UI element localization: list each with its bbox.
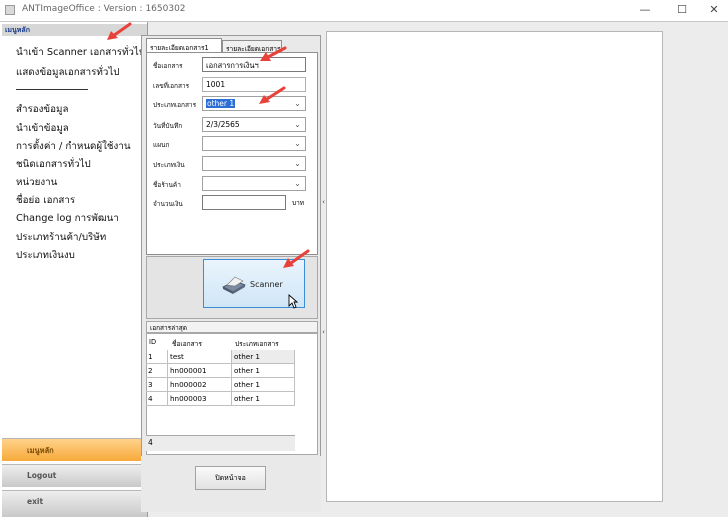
recent-docs-title: เอกสารล่าสุด <box>146 321 318 333</box>
record-count: 4 <box>148 438 153 447</box>
cell-doc-name: test <box>168 350 232 364</box>
close-window-button[interactable]: ✕ <box>700 1 728 19</box>
menu-item-scanner-import[interactable]: นำเข้า Scanner เอกสารทั่วไป <box>16 45 145 60</box>
doc-name-label: ชื่อเอกสาร <box>153 62 183 70</box>
doc-type-select[interactable]: other 1 ⌄ <box>202 96 306 111</box>
table-row[interactable]: 3 hn000002 other 1 <box>146 378 295 392</box>
menu-divider <box>16 89 88 90</box>
cell-doc-name: hn000003 <box>168 392 232 406</box>
grid-footer <box>146 435 295 451</box>
amount-input[interactable] <box>202 195 286 210</box>
cell-id: 2 <box>146 364 168 378</box>
chevron-down-icon: ⌄ <box>294 159 301 168</box>
cell-doc-type: other 1 <box>232 378 295 392</box>
main-menu-button[interactable]: เมนูหลัก <box>2 438 147 461</box>
cell-id: 1 <box>146 350 168 364</box>
menu-item-show-docs[interactable]: แสดงข้อมูลเอกสารทั่วไป <box>16 65 120 80</box>
tab-doc-details-1[interactable]: รายละเอียดเอกสาร1 <box>146 38 222 52</box>
table-row[interactable]: 2 hn000001 other 1 <box>146 364 295 378</box>
document-preview <box>326 31 663 502</box>
money-type-label: ประเภทเงิน <box>153 161 185 169</box>
doc-type-label: ประเภทเอกสาร <box>153 101 197 109</box>
annotation-arrow-icon <box>283 249 310 268</box>
menu-item-settings[interactable]: การตั้งค่า / กำหนดผู้ใช้งาน <box>16 139 131 154</box>
scanner-icon <box>222 276 246 294</box>
money-type-select[interactable]: ⌄ <box>202 156 306 171</box>
menu-item-doc-abbrev[interactable]: ชื่อย่อ เอกสาร <box>16 193 75 208</box>
exit-label: exit <box>27 497 44 506</box>
annotation-arrow-icon <box>107 22 132 40</box>
cell-doc-type: other 1 <box>232 392 295 406</box>
record-date-label: วันที่บันทึก <box>153 122 183 130</box>
chevron-down-icon: ⌄ <box>294 139 301 148</box>
doc-no-input[interactable]: 1001 <box>202 77 306 92</box>
column-header-doc-type[interactable]: ประเภทเอกสาร <box>235 338 279 349</box>
doc-name-input[interactable]: เอกสารการเงินฯ <box>202 57 306 72</box>
department-select[interactable]: ⌄ <box>202 136 306 151</box>
amount-unit: บาท <box>292 199 305 207</box>
menu-item-import-data[interactable]: นำเข้าข้อมูล <box>16 121 69 136</box>
amount-label: จำนวนเงิน <box>153 200 183 208</box>
main-menu-label: เมนูหลัก <box>27 446 54 455</box>
menu-item-doc-types[interactable]: ชนิดเอกสารทั่วไป <box>16 157 91 172</box>
menu-item-budget-types[interactable]: ประเภทเงินงบ <box>16 248 75 263</box>
chevron-down-icon: ⌄ <box>294 179 301 188</box>
close-screen-button[interactable]: ปิดหน้าจอ <box>195 466 266 490</box>
chevron-down-icon: ⌄ <box>294 99 301 108</box>
cell-doc-type: other 1 <box>232 364 295 378</box>
menu-item-units[interactable]: หน่วยงาน <box>16 175 57 190</box>
cell-id: 4 <box>146 392 168 406</box>
window-title: ANTImageOffice : Version : 1650302 <box>22 4 186 14</box>
record-date-picker[interactable]: 2/3/2565 ⌄ <box>202 117 306 132</box>
cell-doc-name: hn000002 <box>168 378 232 392</box>
column-header-doc-name[interactable]: ชื่อเอกสาร <box>172 338 202 349</box>
exit-button[interactable]: exit <box>2 490 147 517</box>
sidebar-header-label: เมนูหลัก <box>5 26 30 34</box>
menu-item-backup[interactable]: สำรองข้อมูล <box>16 102 68 117</box>
shop-name-label: ชื่อร้านค้า <box>153 181 181 189</box>
menu-item-shop-types[interactable]: ประเภทร้านค้า/บริษัท <box>16 230 106 245</box>
maximize-button[interactable]: ☐ <box>668 1 696 19</box>
annotation-arrow-icon <box>259 86 286 104</box>
cell-doc-name: hn000001 <box>168 364 232 378</box>
doc-type-value: other 1 <box>206 99 236 108</box>
annotation-arrow-icon <box>260 46 287 61</box>
logout-button[interactable]: Logout <box>2 464 147 487</box>
doc-no-label: เลขที่เอกสาร <box>153 82 190 90</box>
cell-id: 3 <box>146 378 168 392</box>
menu-item-changelog[interactable]: Change log การพัฒนา <box>16 211 119 226</box>
collapse-left-icon[interactable]: ‹ <box>321 328 326 336</box>
app-icon <box>5 5 15 15</box>
scanner-label: Scanner <box>250 280 283 289</box>
mouse-cursor-icon <box>288 294 298 309</box>
minimize-button[interactable]: — <box>631 1 659 19</box>
table-row[interactable]: 1 test other 1 <box>146 350 295 364</box>
logout-label: Logout <box>27 471 57 480</box>
department-label: แผนก <box>153 141 170 149</box>
shop-name-select[interactable]: ⌄ <box>202 176 306 191</box>
collapse-left-icon[interactable]: ‹ <box>321 198 326 206</box>
column-header-id[interactable]: ID <box>149 338 156 346</box>
cell-doc-type: other 1 <box>232 350 295 364</box>
table-row[interactable]: 4 hn000003 other 1 <box>146 392 295 406</box>
record-date-value: 2/3/2565 <box>206 120 240 129</box>
chevron-down-icon: ⌄ <box>294 120 301 129</box>
